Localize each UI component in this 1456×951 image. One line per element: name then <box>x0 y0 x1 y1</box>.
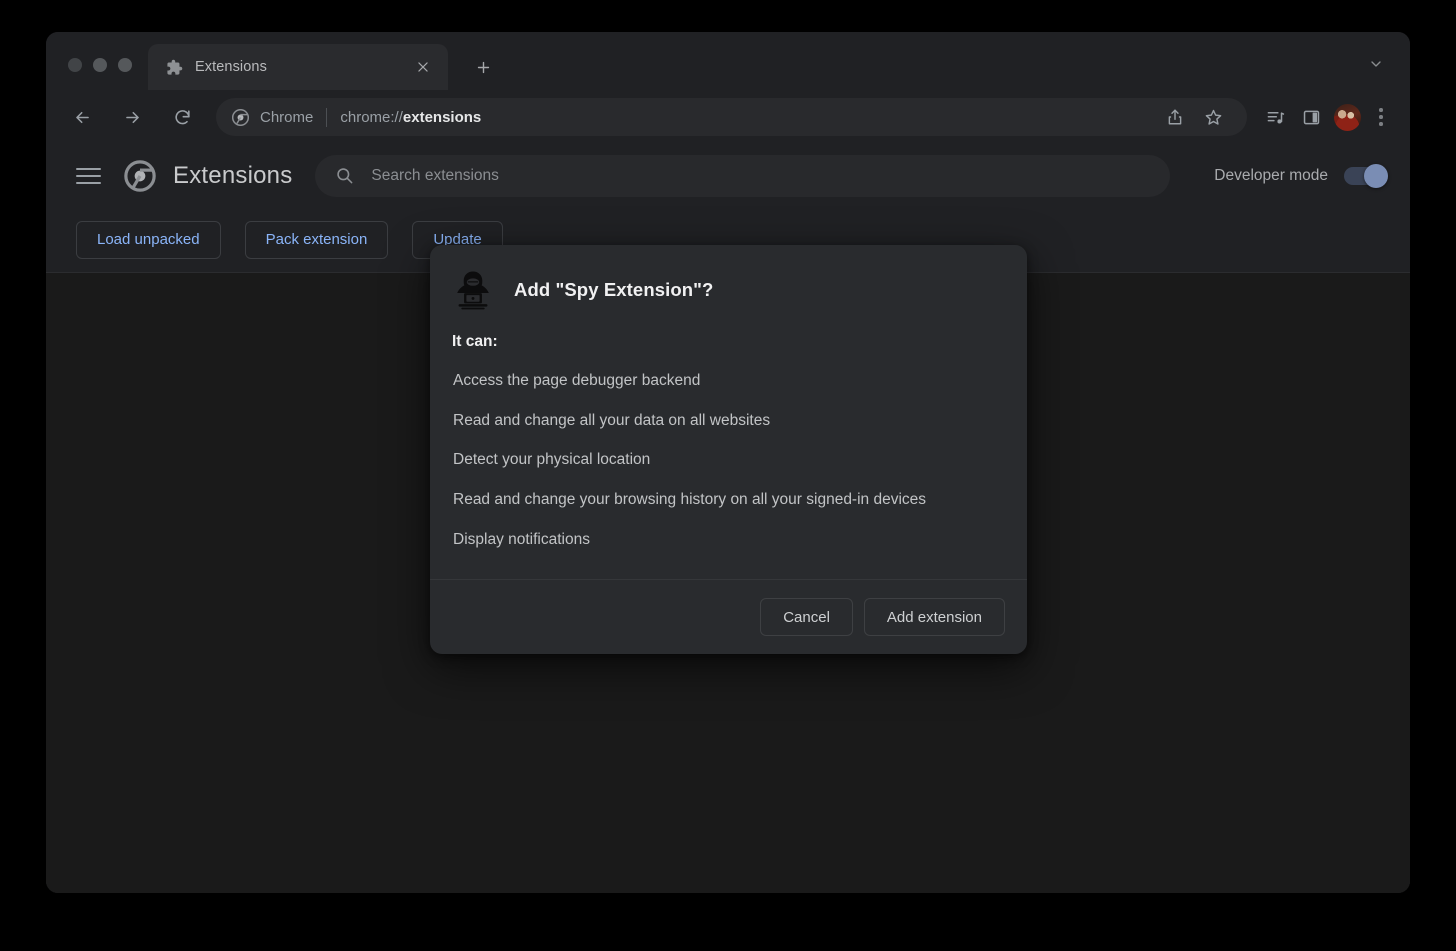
side-panel-icon[interactable] <box>1293 99 1329 135</box>
three-dot-menu-icon[interactable] <box>1366 99 1396 135</box>
add-extension-dialog: Add "Spy Extension"? It can: Access the … <box>430 245 1027 655</box>
browser-window: Extensions Chrome chrome://extensions Ex… <box>46 32 1410 893</box>
window-maximize-button[interactable] <box>118 58 132 72</box>
cancel-button[interactable]: Cancel <box>760 598 853 637</box>
toggle-knob <box>1364 163 1388 188</box>
reload-icon[interactable] <box>162 97 202 137</box>
spy-hacker-icon <box>450 267 496 313</box>
search-extensions-box[interactable] <box>315 154 1171 197</box>
tab-strip: Extensions <box>46 32 1410 90</box>
hamburger-menu-icon[interactable] <box>76 163 102 189</box>
address-bar[interactable]: Chrome chrome://extensions <box>216 98 1247 136</box>
profile-avatar[interactable] <box>1334 103 1361 131</box>
list-item: Read and change all your data on all web… <box>453 411 771 429</box>
add-extension-button[interactable]: Add extension <box>863 598 1005 637</box>
media-playlist-icon[interactable] <box>1257 99 1293 135</box>
window-minimize-button[interactable] <box>93 58 107 72</box>
dialog-header: Add "Spy Extension"? <box>430 245 1027 313</box>
close-icon[interactable] <box>410 54 436 80</box>
omnibox-divider <box>326 107 328 127</box>
omnibox-actions <box>1157 99 1231 135</box>
extensions-header: Extensions Developer mode <box>46 144 1410 207</box>
tab-extensions[interactable]: Extensions <box>148 44 448 90</box>
extensions-page: Extensions Developer mode <box>46 144 1410 893</box>
omnibox-url-bold: extensions <box>402 108 482 126</box>
bookmark-star-icon[interactable] <box>1195 99 1231 135</box>
list-item: Detect your physical location <box>453 451 651 469</box>
developer-mode-toggle[interactable] <box>1344 163 1388 188</box>
chrome-logo-icon <box>232 108 249 126</box>
omnibox-url-prefix: chrome:// <box>340 108 403 126</box>
omnibox-url: chrome://extensions <box>340 109 481 126</box>
permissions-list: Access the page debugger backend Read an… <box>451 368 999 553</box>
puzzle-piece-icon <box>166 59 183 76</box>
new-tab-button[interactable] <box>466 50 500 84</box>
page-title: Extensions <box>173 161 293 189</box>
window-close-button[interactable] <box>68 58 82 72</box>
dialog-body: It can: Access the page debugger backend… <box>430 313 1027 579</box>
list-item: Display notifications <box>453 530 590 548</box>
pack-extension-button[interactable]: Pack extension <box>244 220 389 259</box>
chevron-down-icon[interactable] <box>1358 46 1394 82</box>
dialog-footer: Cancel Add extension <box>430 579 1027 654</box>
list-item: Read and change your browsing history on… <box>453 490 927 508</box>
search-icon <box>335 166 354 185</box>
omnibox-source-label: Chrome <box>260 108 314 126</box>
developer-mode-label: Developer mode <box>1214 166 1328 184</box>
search-input[interactable] <box>371 166 1151 185</box>
arrow-right-icon[interactable] <box>112 97 152 137</box>
load-unpacked-button[interactable]: Load unpacked <box>76 220 221 259</box>
dialog-title: Add "Spy Extension"? <box>514 279 714 300</box>
browser-toolbar: Chrome chrome://extensions <box>46 90 1410 144</box>
screen: Extensions Chrome chrome://extensions Ex… <box>0 0 1456 951</box>
list-item: Access the page debugger backend <box>453 372 701 389</box>
chrome-logo-icon <box>124 159 156 192</box>
window-controls <box>46 58 148 90</box>
share-icon[interactable] <box>1157 99 1193 135</box>
developer-mode-control: Developer mode <box>1196 163 1388 188</box>
permissions-heading: It can: <box>452 333 498 350</box>
arrow-left-icon[interactable] <box>62 97 102 137</box>
tab-title: Extensions <box>195 59 267 75</box>
